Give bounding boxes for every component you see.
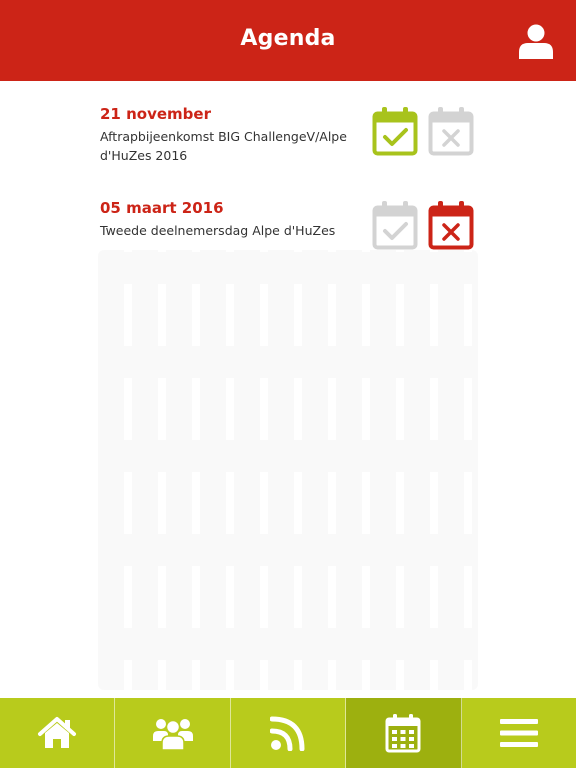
calendar-x-icon: [428, 201, 474, 250]
event-description: Tweede deelnemersdag Alpe d'HuZes: [100, 223, 336, 238]
event-date: 21 november: [100, 105, 211, 123]
accept-button[interactable]: [372, 199, 418, 251]
rss-icon: [270, 716, 305, 751]
calendar-x-icon: [428, 107, 474, 156]
profile-button[interactable]: [517, 22, 555, 60]
user-icon: [519, 24, 553, 59]
decline-button[interactable]: [428, 105, 474, 157]
tab-menu[interactable]: [462, 698, 576, 768]
app-header: Agenda: [0, 0, 576, 81]
background-watermark: [98, 250, 478, 690]
event-description: Aftrapbijeenkomst BIG ChallengeV/Alpe d'…: [100, 129, 347, 163]
home-icon: [38, 717, 77, 748]
menu-icon: [499, 719, 538, 747]
tab-agenda[interactable]: [346, 698, 462, 768]
event-date: 05 maart 2016: [100, 199, 224, 217]
page-title: Agenda: [240, 26, 336, 51]
calendar-icon: [385, 714, 421, 753]
decline-button[interactable]: [428, 199, 474, 251]
tab-news[interactable]: [231, 698, 347, 768]
accept-button[interactable]: [372, 105, 418, 157]
tab-home[interactable]: [0, 698, 116, 768]
calendar-check-icon: [372, 107, 418, 156]
group-icon: [152, 719, 193, 751]
bottom-tab-bar: [0, 698, 576, 768]
calendar-check-icon: [372, 201, 418, 250]
tab-team[interactable]: [115, 698, 231, 768]
